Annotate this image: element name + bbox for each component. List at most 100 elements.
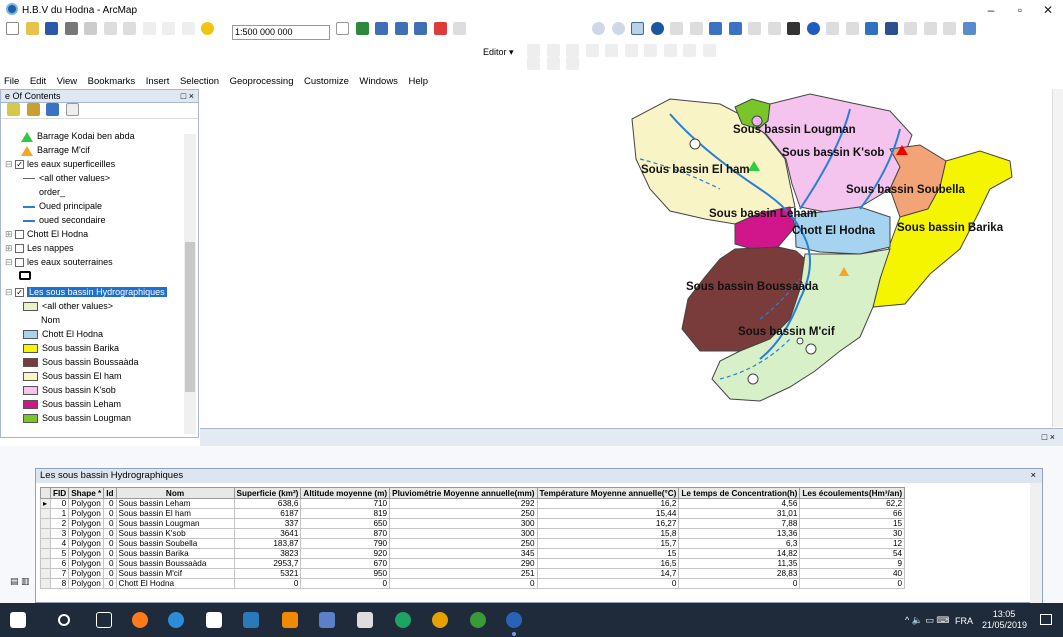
layer-les-nappes[interactable]: ⊞ Les nappes (5, 242, 74, 254)
layer-checkbox[interactable] (15, 258, 25, 268)
row-selector[interactable]: ▸ (40, 498, 51, 509)
cut-icon[interactable] (84, 22, 98, 35)
browser-icon[interactable] (432, 612, 448, 628)
table-cell[interactable]: 0 (103, 518, 117, 529)
table-row[interactable]: 7 Polygon 0 Sous bassin M'cif 5321 950 251 14,7… (40, 568, 906, 579)
system-tray-icons[interactable]: ^ 🔈 ▭ ⌨ (905, 615, 949, 626)
table-of-contents-icon[interactable] (375, 22, 389, 35)
table-cell[interactable]: 300 (389, 528, 538, 539)
edge-icon[interactable] (168, 612, 184, 628)
table-cell[interactable]: 0 (536, 578, 680, 589)
layer-checkbox[interactable] (15, 230, 25, 240)
table-cell[interactable]: 0 (103, 558, 117, 569)
calculator-icon[interactable] (319, 612, 335, 628)
table-cell[interactable]: Polygon (68, 578, 105, 589)
table-cell[interactable]: 16,27 (536, 518, 680, 529)
hyperlink-icon[interactable] (826, 22, 840, 35)
menu-help[interactable]: Help (408, 74, 428, 90)
table-cell[interactable]: 7 (49, 568, 70, 579)
table-cell[interactable]: Chott El Hodna (115, 578, 235, 589)
create-viewer-icon[interactable] (962, 22, 976, 35)
utorrent-icon[interactable] (470, 612, 486, 628)
table-cell[interactable]: 0 (103, 508, 117, 519)
menu-selection[interactable]: Selection (180, 74, 219, 90)
table-row[interactable]: 6 Polygon 0 Sous bassin Boussaàda 2953,7 670 2… (40, 558, 906, 569)
trace-icon[interactable] (605, 44, 619, 57)
list-by-source-icon[interactable] (26, 103, 40, 116)
row-selector[interactable] (40, 548, 51, 559)
select-elements-icon[interactable] (787, 22, 801, 35)
table-cell[interactable]: Sous bassin Boussaàda (115, 558, 235, 569)
find-icon[interactable] (884, 22, 898, 35)
table-cell[interactable]: 0 (103, 578, 117, 589)
column-header[interactable]: Id (103, 487, 117, 499)
table-scrollbar[interactable] (1030, 483, 1042, 603)
row-selector[interactable] (40, 568, 51, 579)
add-data-icon[interactable] (201, 22, 215, 35)
go-to-xy-icon[interactable] (923, 22, 937, 35)
minimize-button[interactable]: – (979, 2, 1003, 18)
table-cell[interactable]: 0 (103, 568, 117, 579)
station-marker[interactable] (796, 337, 804, 345)
table-cell[interactable]: 2 (49, 518, 70, 529)
column-header[interactable]: Superficie (km²) (233, 487, 302, 499)
select-features-icon[interactable] (748, 22, 762, 35)
table-cell[interactable]: 337 (233, 518, 302, 529)
redo-icon[interactable] (181, 22, 195, 35)
table-cell[interactable]: 710 (300, 498, 391, 509)
layer-checkbox[interactable]: ✓ (15, 288, 25, 298)
table-cell[interactable]: 0 (103, 528, 117, 539)
layer-checkbox[interactable]: ✓ (15, 160, 25, 170)
fixed-zoom-out-icon[interactable] (689, 22, 703, 35)
table-cell[interactable]: 62,2 (799, 498, 906, 509)
table-cell[interactable]: 15 (536, 548, 680, 559)
file-explorer-icon[interactable] (243, 612, 259, 628)
table-cell[interactable]: 0 (389, 578, 538, 589)
html-popup-icon[interactable] (845, 22, 859, 35)
table-cell[interactable]: 3641 (233, 528, 302, 539)
table-cell[interactable]: 290 (389, 558, 538, 569)
table-cell[interactable]: 5321 (233, 568, 302, 579)
menu-windows[interactable]: Windows (359, 74, 398, 90)
station-marker[interactable] (689, 138, 701, 150)
list-by-drawing-order-icon[interactable] (7, 103, 20, 116)
row-selector[interactable] (40, 528, 51, 539)
layer-barrage-mcif[interactable]: Barrage M'cif (21, 144, 90, 156)
row-selector[interactable] (40, 518, 51, 529)
cut-polygons-icon[interactable] (663, 44, 677, 57)
endpoint-arc-icon[interactable] (585, 44, 599, 57)
layer-sous-bassin-hydrographiques[interactable]: ⊟ ✓ Les sous bassin Hydrographiques (5, 286, 167, 298)
table-cell[interactable]: Sous bassin El ham (115, 508, 235, 519)
toc-close-button[interactable]: □ × (181, 90, 194, 103)
table-window-close-button[interactable]: □ × (1042, 432, 1055, 442)
table-cell[interactable]: Polygon (68, 538, 105, 549)
attribute-table-tab[interactable]: Les sous bassin Hydrographiques × (36, 469, 1042, 483)
table-cell[interactable]: 13,36 (678, 528, 801, 539)
table-cell[interactable]: 14,82 (678, 548, 801, 559)
table-row[interactable]: 5 Polygon 0 Sous bassin Barika 3823 920 345 15 1… (40, 548, 906, 559)
straight-segment-icon[interactable] (566, 44, 580, 57)
menu-bookmarks[interactable]: Bookmarks (88, 74, 136, 90)
clear-selection-icon[interactable] (767, 22, 781, 35)
table-cell[interactable]: Sous bassin Soubella (115, 538, 235, 549)
table-cell[interactable]: 2953,7 (233, 558, 302, 569)
store-icon[interactable] (206, 612, 222, 628)
table-cell[interactable]: 3823 (233, 548, 302, 559)
zoom-out-icon[interactable] (611, 22, 625, 35)
map-canvas[interactable] (200, 89, 1063, 427)
menu-geoprocessing[interactable]: Geoprocessing (230, 74, 294, 90)
menu-insert[interactable]: Insert (146, 74, 170, 90)
table-cell[interactable]: 66 (799, 508, 906, 519)
layer-eaux-superficielles[interactable]: ⊟ ✓ les eaux superficeilles (5, 158, 115, 170)
column-header[interactable]: Les écoulements(Hm³/an) (799, 487, 906, 499)
table-row[interactable]: 4 Polygon 0 Sous bassin Soubella 183,87 790 25… (40, 538, 906, 549)
python-icon[interactable] (453, 22, 467, 35)
table-cell[interactable]: 250 (389, 538, 538, 549)
table-cell[interactable]: 15,8 (536, 528, 680, 539)
table-view-buttons[interactable]: ▤ ▥ (10, 576, 32, 588)
map-scrollbar[interactable] (1052, 89, 1063, 427)
attribute-table-close[interactable]: × (1030, 469, 1036, 483)
paste-icon[interactable] (123, 22, 137, 35)
table-cell[interactable]: Polygon (68, 508, 105, 519)
table-cell[interactable]: 12 (799, 538, 906, 549)
